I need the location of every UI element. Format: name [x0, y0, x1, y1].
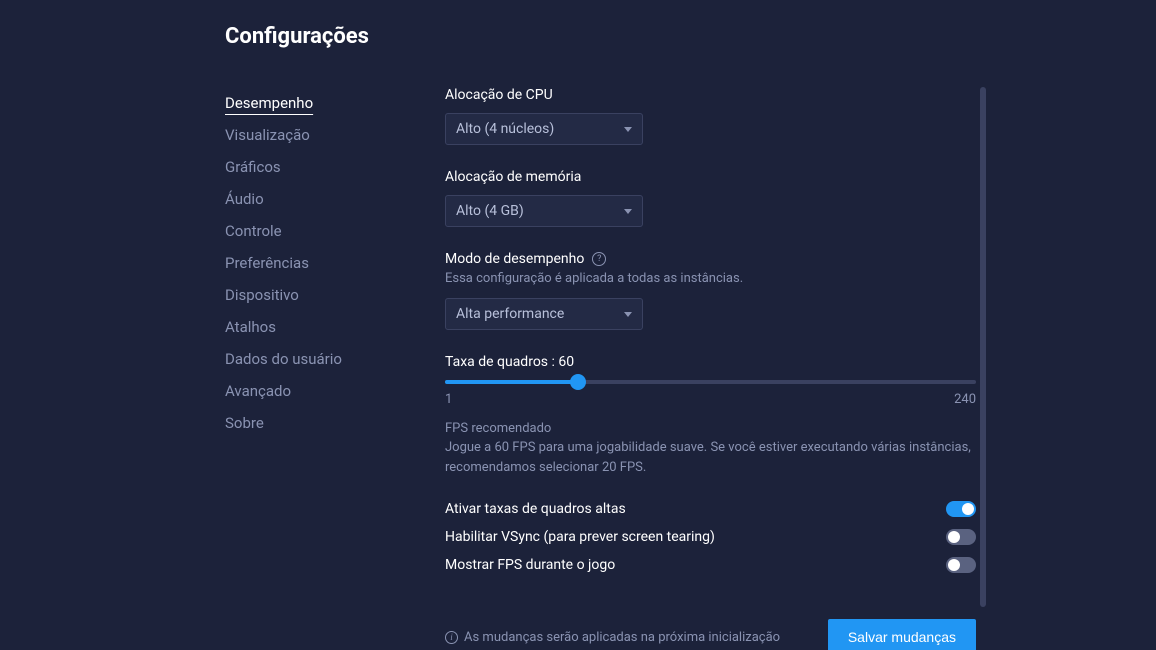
cpu-allocation-label: Alocação de CPU	[445, 87, 976, 103]
performance-mode-group: Modo de desempenho ? Essa configuração é…	[445, 251, 976, 330]
toggle-knob	[962, 503, 974, 515]
save-button[interactable]: Salvar mudanças	[828, 619, 976, 650]
toggle-row-vsync: Habilitar VSync (para prever screen tear…	[445, 523, 976, 551]
memory-allocation-label: Alocação de memória	[445, 169, 976, 185]
fps-recommended-title: FPS recomendado	[445, 421, 976, 436]
toggle-row-high-fps: Ativar taxas de quadros altas	[445, 495, 976, 523]
memory-allocation-value: Alto (4 GB)	[456, 203, 524, 219]
fps-min: 1	[445, 392, 452, 407]
sidebar-item-desempenho[interactable]: Desempenho	[225, 87, 445, 119]
sidebar-item-controle[interactable]: Controle	[225, 215, 445, 247]
fps-slider-range: 1 240	[445, 392, 976, 407]
toggle-knob	[948, 531, 960, 543]
fps-recommended-text: Jogue a 60 FPS para uma jogabilidade sua…	[445, 438, 976, 477]
fps-max: 240	[954, 392, 976, 407]
scrollbar[interactable]	[980, 87, 986, 607]
footer-note: i As mudanças serão aplicadas na próxima…	[445, 630, 780, 645]
page-title: Configurações	[225, 24, 1156, 49]
memory-allocation-select[interactable]: Alto (4 GB)	[445, 195, 643, 227]
fps-slider[interactable]	[445, 380, 976, 384]
memory-allocation-group: Alocação de memória Alto (4 GB)	[445, 169, 976, 227]
fps-slider-thumb[interactable]	[570, 374, 586, 390]
caret-down-icon	[624, 209, 632, 214]
sidebar: Desempenho Visualização Gráficos Áudio C…	[225, 87, 445, 650]
sidebar-item-dispositivo[interactable]: Dispositivo	[225, 279, 445, 311]
fps-slider-fill	[445, 380, 578, 384]
caret-down-icon	[624, 127, 632, 132]
caret-down-icon	[624, 312, 632, 317]
main-panel: Alocação de CPU Alto (4 núcleos) Alocaçã…	[445, 87, 1156, 650]
toggle-show-fps[interactable]	[946, 557, 976, 573]
sidebar-item-visualizacao[interactable]: Visualização	[225, 119, 445, 151]
toggle-label-vsync: Habilitar VSync (para prever screen tear…	[445, 529, 715, 545]
sidebar-item-graficos[interactable]: Gráficos	[225, 151, 445, 183]
toggle-vsync[interactable]	[946, 529, 976, 545]
toggle-label-high-fps: Ativar taxas de quadros altas	[445, 501, 626, 517]
toggle-row-show-fps: Mostrar FPS durante o jogo	[445, 551, 976, 579]
fps-slider-group: Taxa de quadros : 60 1 240 FPS recomenda…	[445, 354, 976, 477]
toggle-label-show-fps: Mostrar FPS durante o jogo	[445, 557, 615, 573]
sidebar-item-dados-usuario[interactable]: Dados do usuário	[225, 343, 445, 375]
sidebar-item-audio[interactable]: Áudio	[225, 183, 445, 215]
toggle-high-fps[interactable]	[946, 501, 976, 517]
fps-slider-label: Taxa de quadros : 60	[445, 354, 976, 370]
sidebar-item-atalhos[interactable]: Atalhos	[225, 311, 445, 343]
info-icon: i	[445, 631, 458, 644]
cpu-allocation-select[interactable]: Alto (4 núcleos)	[445, 113, 643, 145]
performance-mode-label: Modo de desempenho	[445, 251, 584, 267]
performance-mode-value: Alta performance	[456, 306, 564, 322]
footer-note-text: As mudanças serão aplicadas na próxima i…	[464, 630, 780, 645]
performance-mode-subtext: Essa configuração é aplicada a todas as …	[445, 271, 976, 286]
toggle-knob	[948, 559, 960, 571]
footer-bar: i As mudanças serão aplicadas na próxima…	[445, 619, 976, 650]
help-icon[interactable]: ?	[592, 252, 606, 266]
sidebar-item-preferencias[interactable]: Preferências	[225, 247, 445, 279]
performance-mode-select[interactable]: Alta performance	[445, 298, 643, 330]
sidebar-item-sobre[interactable]: Sobre	[225, 407, 445, 439]
cpu-allocation-value: Alto (4 núcleos)	[456, 121, 554, 137]
sidebar-item-avancado[interactable]: Avançado	[225, 375, 445, 407]
cpu-allocation-group: Alocação de CPU Alto (4 núcleos)	[445, 87, 976, 145]
